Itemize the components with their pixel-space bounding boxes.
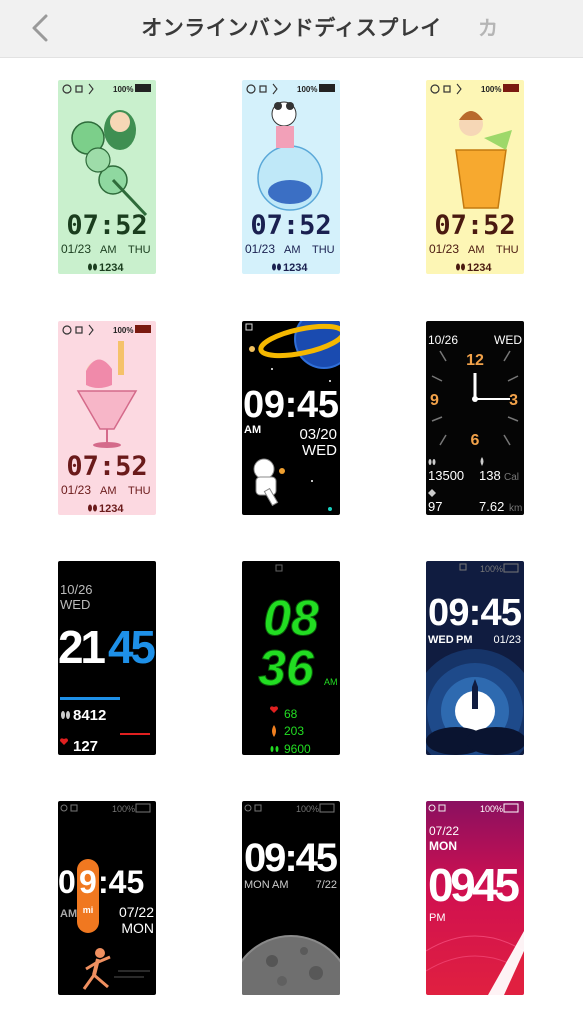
time-lead-digit: 0 <box>58 864 76 900</box>
dial-number-3: 3 <box>509 392 518 409</box>
ampm-text: AM <box>272 879 289 891</box>
battery-text: 100% <box>112 804 135 814</box>
time-display: 09:45 <box>243 384 339 426</box>
time-display: 09:45 <box>244 836 338 880</box>
battery-text: 100% <box>480 804 503 814</box>
distance-text: 7.62 <box>479 499 504 514</box>
hour-digit: 9 <box>79 864 97 900</box>
weekday-text: MON <box>244 879 270 891</box>
heart-rate-text: 97 <box>428 499 442 514</box>
weekday-text: WED <box>60 597 90 612</box>
calories-unit: Cal <box>504 472 519 483</box>
weekday-text: THU <box>496 244 519 256</box>
watchface-card-10[interactable]: 100% 0 9 :45 mi AM 07/22 MON <box>58 801 156 995</box>
weekday-text: WED <box>428 634 454 646</box>
steps-text: 1234 <box>99 503 124 515</box>
calories-text: 203 <box>284 724 304 738</box>
date-text: 07/22 <box>119 904 154 920</box>
dial-number-12: 12 <box>466 352 484 369</box>
minute-display: 45 <box>108 621 156 673</box>
minute-display: :45 <box>98 864 144 900</box>
date-text: 7/22 <box>316 879 337 891</box>
mi-logo: mi <box>83 905 94 915</box>
ampm-text: AM <box>244 424 261 436</box>
ampm-text: AM <box>100 244 117 256</box>
steps-text: 13500 <box>428 468 464 483</box>
watchface-card-1[interactable]: 100% 07:52 01/23 AM THU 1234 <box>58 80 156 274</box>
battery-icon <box>319 84 335 92</box>
battery-icon <box>503 84 519 92</box>
hour-display: 08 <box>263 590 319 646</box>
steps-text: 8412 <box>73 707 106 724</box>
top-nav-bar: オンラインバンドディスプレイ カ <box>0 0 583 58</box>
watchface-card-6[interactable]: 10/26 WED 12 3 6 9 13500 138 Cal 97 7.62… <box>426 321 524 515</box>
weekday-text: THU <box>128 244 151 256</box>
date-text: 01/23 <box>245 242 275 256</box>
weekday-text: WED <box>302 442 337 459</box>
minute-display: 36 <box>258 640 315 696</box>
battery-text: 100% <box>113 326 133 335</box>
time-display: 0945 <box>428 859 520 911</box>
date-text: 10/26 <box>428 333 458 347</box>
date-text: 01/23 <box>61 483 91 497</box>
ampm-text: PM <box>429 912 446 924</box>
watchface-card-2[interactable]: 100% 07:52 01/23 AM THU 1234 <box>242 80 340 274</box>
date-text: 01/23 <box>429 242 459 256</box>
ampm-text: AM <box>284 244 301 256</box>
dial-number-9: 9 <box>430 392 439 409</box>
steps-text: 1234 <box>283 262 308 274</box>
progress-bar <box>60 697 120 700</box>
ampm-text: AM <box>100 485 117 497</box>
dial-number-6: 6 <box>471 432 480 449</box>
battery-text: 100% <box>296 804 319 814</box>
hour-display: 21 <box>58 621 106 673</box>
watchface-card-11[interactable]: 100% 09:45 MON AM 7/22 <box>242 801 340 995</box>
time-display: 09:45 <box>428 592 522 634</box>
heart-bar <box>120 733 150 735</box>
watchface-card-5[interactable]: 09:45 AM 03/20 WED <box>242 321 340 515</box>
rocket-launch-illustration <box>426 649 524 755</box>
battery-text: 100% <box>481 85 501 94</box>
watchface-card-12[interactable]: 100% 07/22 MON 0945 PM <box>426 801 524 995</box>
steps-text: 1234 <box>99 262 124 274</box>
steps-text: 9600 <box>284 742 311 755</box>
steps-text: 1234 <box>467 262 492 274</box>
weekday-text: THU <box>312 244 335 256</box>
watchface-card-4[interactable]: 100% 07:52 01/23 AM THU 1234 <box>58 321 156 515</box>
date-text: 01/23 <box>61 242 91 256</box>
ampm-text: AM <box>60 908 77 920</box>
watchface-card-3[interactable]: 100% 07:52 01/23 AM THU 1234 <box>426 80 524 274</box>
time-display: 07:52 <box>250 210 331 241</box>
ampm-text: AM <box>324 677 338 687</box>
weekday-text: MON <box>429 839 457 853</box>
watchface-card-9[interactable]: 100% 09:45 WED PM 01/23 <box>426 561 524 755</box>
date-text: 10/26 <box>60 582 93 597</box>
watchface-card-7[interactable]: 10/26 WED 21 45 8412 127 <box>58 561 156 755</box>
battery-text: 100% <box>480 564 503 574</box>
ampm-text: PM <box>456 634 473 646</box>
heart-rate-text: 127 <box>73 738 98 755</box>
date-text: 07/22 <box>429 824 459 838</box>
time-display: 07:52 <box>66 451 147 482</box>
weekday-text: MON <box>121 920 154 936</box>
battery-icon <box>135 84 151 92</box>
battery-icon <box>135 325 151 333</box>
date-text: 03/20 <box>299 426 337 443</box>
distance-unit: km <box>509 503 522 514</box>
ampm-text: AM <box>468 244 485 256</box>
heart-rate-text: 68 <box>284 707 298 721</box>
date-text: 01/23 <box>493 634 521 646</box>
battery-text: 100% <box>113 85 133 94</box>
time-display: 07:52 <box>434 210 515 241</box>
weekday-text: THU <box>128 485 151 497</box>
battery-text: 100% <box>297 85 317 94</box>
watchface-card-8[interactable]: 08 36 AM 68 203 9600 <box>242 561 340 755</box>
weekday-text: WED <box>494 333 522 347</box>
header-right-action[interactable]: カ <box>478 12 498 41</box>
calories-text: 138 <box>479 468 501 483</box>
time-display: 07:52 <box>66 210 147 241</box>
